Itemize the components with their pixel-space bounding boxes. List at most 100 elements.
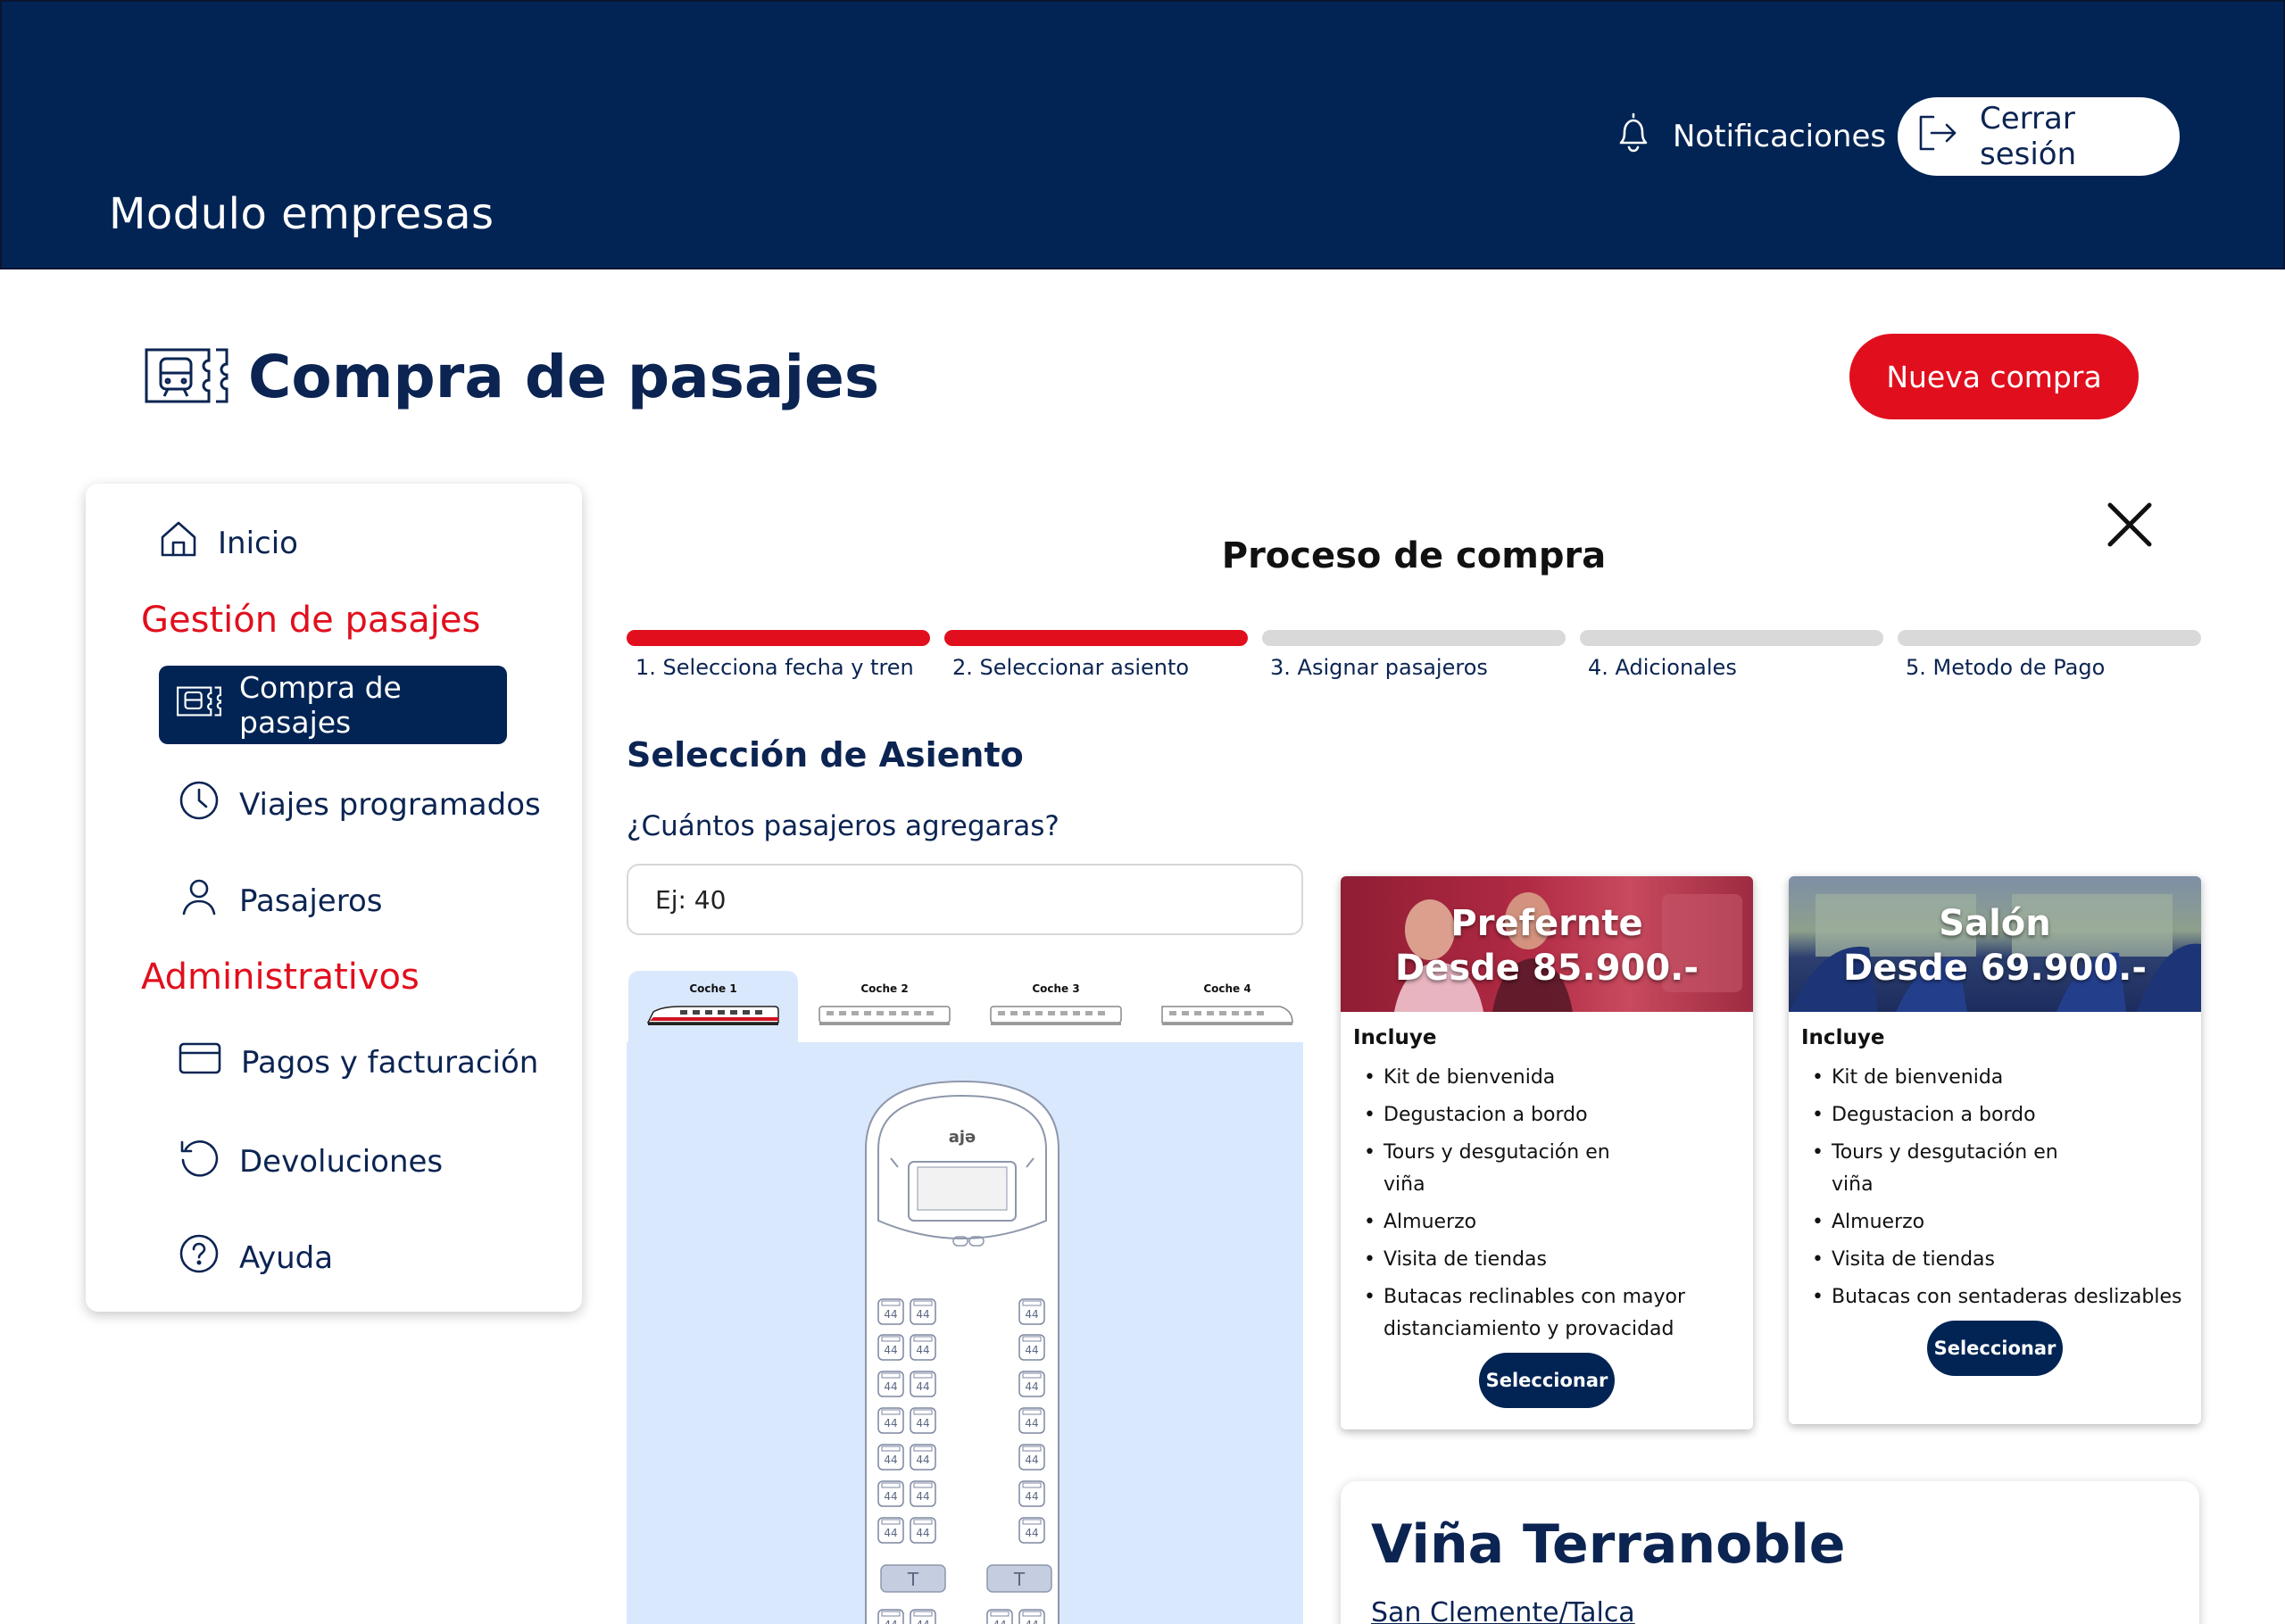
clock-icon [179, 780, 220, 829]
coach-tabs: Coche 1 Coche 2 Coche 3 Coche 4 [628, 971, 1303, 1042]
seat[interactable]: 44 [1018, 1334, 1045, 1361]
step-label-5[interactable]: 5. Metodo de Pago [1906, 655, 2105, 680]
seat[interactable]: 44 [877, 1609, 904, 1624]
seat[interactable]: 44 [910, 1609, 936, 1624]
seat[interactable]: 44 [877, 1371, 904, 1397]
logout-label: Cerrar sesión [1980, 101, 2077, 172]
seat[interactable]: 44 [1018, 1371, 1045, 1397]
destination-subtitle[interactable]: San Clemente/Talca [1371, 1597, 1635, 1624]
step-label-1[interactable]: 1. Selecciona fecha y tren [636, 655, 914, 680]
home-icon [159, 519, 198, 567]
passengers-input[interactable] [627, 864, 1303, 935]
seat-number: 44 [916, 1344, 929, 1356]
sidebar-item-viajes-programados[interactable]: Viajes programados [179, 780, 541, 829]
seat-number: 44 [916, 1490, 929, 1503]
seat[interactable]: 44 [1018, 1609, 1045, 1624]
sidebar-item-label: Pasajeros [239, 882, 383, 919]
list-item: Degustacion a bordo [1353, 1099, 1741, 1131]
sidebar: Inicio Gestión de pasajes Compra de pasa… [86, 484, 582, 1312]
seat[interactable]: 44 [877, 1298, 904, 1325]
seat[interactable]: 44 [986, 1609, 1013, 1624]
seat[interactable]: 44 [1018, 1298, 1045, 1325]
train-gray-icon [1161, 1006, 1293, 1025]
includes-label: Incluye [1801, 1026, 1885, 1049]
destination-title: Viña Terranoble [1371, 1513, 1846, 1576]
class-card-salon: Salón Desde 69.900.- Incluye Kit de bien… [1789, 876, 2201, 1424]
card-title: Salón Desde 69.900.- [1789, 901, 2201, 990]
page-title: Compra de pasajes [248, 343, 880, 411]
step-bar-5 [1898, 630, 2201, 646]
seat[interactable]: 44 [1018, 1517, 1045, 1544]
seat[interactable]: 44 [877, 1334, 904, 1361]
train-red-icon [646, 1006, 779, 1025]
sidebar-item-compra-de-pasajes[interactable]: Compra de pasajes [159, 666, 507, 744]
seat[interactable]: 44 [910, 1407, 936, 1434]
list-item: Almuerzo [1801, 1206, 2189, 1239]
seat-number: 44 [1025, 1619, 1038, 1624]
list-item: Kit de bienvenida [1353, 1062, 1741, 1094]
seat[interactable]: 44 [877, 1480, 904, 1507]
select-salon-button[interactable]: Seleccionar [1927, 1321, 2063, 1376]
seat[interactable]: 44 [877, 1444, 904, 1471]
seat[interactable]: 44 [1018, 1444, 1045, 1471]
list-item: Kit de bienvenida [1801, 1062, 2189, 1094]
logout-button[interactable]: Cerrar sesión [1898, 97, 2180, 176]
step-label-4[interactable]: 4. Adicionales [1588, 655, 1737, 680]
seat[interactable]: 44 [910, 1480, 936, 1507]
seat[interactable]: 44 [910, 1298, 936, 1325]
seat[interactable]: 44 [910, 1334, 936, 1361]
seat-number: 44 [916, 1417, 929, 1429]
sidebar-item-pasajeros[interactable]: Pasajeros [179, 876, 382, 925]
seat[interactable]: 44 [910, 1444, 936, 1471]
sidebar-item-label: Devoluciones [239, 1143, 444, 1180]
sidebar-section-admin: Administrativos [141, 957, 420, 998]
sidebar-item-home[interactable]: Inicio [159, 519, 298, 567]
seat-number: 44 [884, 1490, 897, 1503]
select-preferente-button[interactable]: Seleccionar [1479, 1353, 1615, 1408]
coach-tab-label: Coche 2 [860, 982, 909, 995]
step-label-3[interactable]: 3. Asignar pasajeros [1270, 655, 1488, 680]
table-icon: T [907, 1569, 919, 1590]
train-gray-icon [818, 1006, 951, 1025]
seat-number: 44 [884, 1527, 897, 1539]
page-heading: Compra de pasajes [145, 343, 879, 411]
notifications-label: Notificaciones [1673, 118, 1887, 154]
seat[interactable]: 44 [877, 1407, 904, 1434]
seat[interactable]: 44 [1018, 1407, 1045, 1434]
seat-number: 44 [916, 1308, 929, 1321]
seat-number: 44 [884, 1454, 897, 1466]
undo-icon [179, 1137, 220, 1186]
sidebar-item-label: Ayuda [239, 1239, 334, 1276]
bell-icon [1614, 111, 1653, 162]
list-item: Visita de tiendas [1801, 1244, 2189, 1276]
seat-number: 44 [1025, 1454, 1038, 1466]
coach-tab-label: Coche 1 [689, 982, 737, 995]
seat-number: 44 [1025, 1417, 1038, 1429]
step-label-2[interactable]: 2. Seleccionar asiento [952, 655, 1189, 680]
seat-number: 44 [916, 1527, 929, 1539]
card-icon [179, 1040, 221, 1084]
sidebar-item-pagos[interactable]: Pagos y facturación [179, 1040, 538, 1084]
seat-number: 44 [884, 1308, 897, 1321]
seat[interactable]: 44 [1018, 1480, 1045, 1507]
class-price: Desde 85.900.- [1395, 948, 1699, 989]
coach-tab-1[interactable]: Coche 1 [628, 971, 798, 1042]
coach-tab-3[interactable]: Coche 3 [971, 971, 1141, 1042]
sidebar-item-ayuda[interactable]: Ayuda [179, 1233, 333, 1282]
list-item: Butacas con sentaderas deslizables [1801, 1281, 2189, 1313]
seat-number: 44 [916, 1380, 929, 1393]
seat-number: 44 [1025, 1344, 1038, 1356]
notifications-button[interactable]: Notificaciones [1614, 111, 1886, 162]
seat[interactable]: 44 [910, 1517, 936, 1544]
features-list: Kit de bienvenida Degustacion a bordo To… [1801, 1062, 2189, 1313]
coach-tab-4[interactable]: Coche 4 [1142, 971, 1312, 1042]
new-purchase-button[interactable]: Nueva compra [1849, 334, 2139, 419]
coach-layout: ajə 44 44 44 44 44 44 44 44 44 44 44 44 44 44 44 44 44 44… [865, 1080, 1059, 1624]
coach-tab-2[interactable]: Coche 2 [800, 971, 969, 1042]
sidebar-item-devoluciones[interactable]: Devoluciones [179, 1137, 443, 1186]
close-icon[interactable] [2105, 500, 2155, 550]
card-image-preferente: Prefernte Desde 85.900.- [1341, 876, 1753, 1012]
seat[interactable]: 44 [910, 1371, 936, 1397]
seat[interactable]: 44 [877, 1517, 904, 1544]
process-title: Proceso de compra [1221, 535, 1607, 576]
